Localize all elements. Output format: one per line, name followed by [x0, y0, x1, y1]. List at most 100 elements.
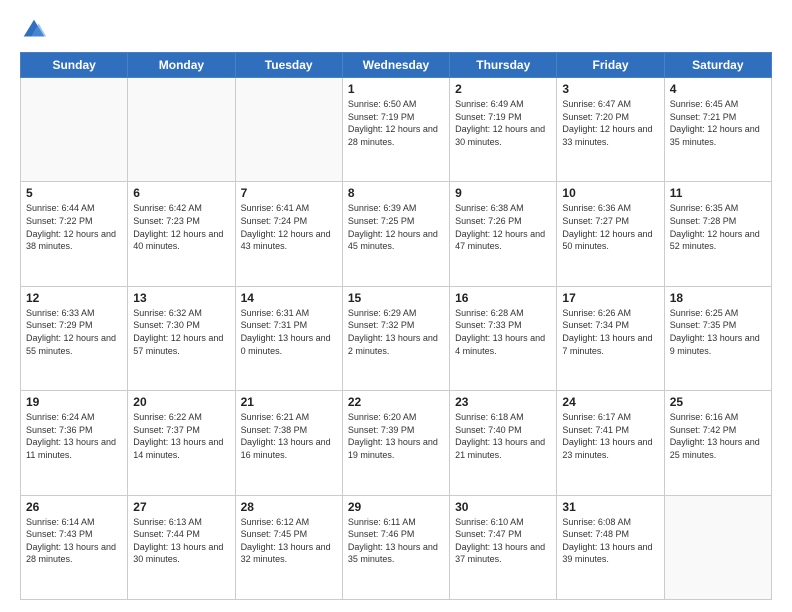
- weekday-header-friday: Friday: [557, 53, 664, 78]
- calendar-cell-5-2: 27 Sunrise: 6:13 AMSunset: 7:44 PMDayligh…: [128, 495, 235, 599]
- calendar-cell-5-3: 28 Sunrise: 6:12 AMSunset: 7:45 PMDayligh…: [235, 495, 342, 599]
- calendar-cell-3-5: 16 Sunrise: 6:28 AMSunset: 7:33 PMDayligh…: [450, 286, 557, 390]
- weekday-header-wednesday: Wednesday: [342, 53, 449, 78]
- day-number: 4: [670, 82, 766, 96]
- calendar-cell-1-4: 1 Sunrise: 6:50 AMSunset: 7:19 PMDaylight…: [342, 78, 449, 182]
- day-info: Sunrise: 6:13 AMSunset: 7:44 PMDaylight:…: [133, 516, 229, 566]
- day-info: Sunrise: 6:45 AMSunset: 7:21 PMDaylight:…: [670, 98, 766, 148]
- week-row-4: 19 Sunrise: 6:24 AMSunset: 7:36 PMDayligh…: [21, 391, 772, 495]
- day-info: Sunrise: 6:36 AMSunset: 7:27 PMDaylight:…: [562, 202, 658, 252]
- page: SundayMondayTuesdayWednesdayThursdayFrid…: [0, 0, 792, 612]
- calendar-cell-5-4: 29 Sunrise: 6:11 AMSunset: 7:46 PMDayligh…: [342, 495, 449, 599]
- day-info: Sunrise: 6:12 AMSunset: 7:45 PMDaylight:…: [241, 516, 337, 566]
- calendar-table: SundayMondayTuesdayWednesdayThursdayFrid…: [20, 52, 772, 600]
- day-info: Sunrise: 6:39 AMSunset: 7:25 PMDaylight:…: [348, 202, 444, 252]
- day-number: 11: [670, 186, 766, 200]
- calendar-cell-1-1: [21, 78, 128, 182]
- day-number: 9: [455, 186, 551, 200]
- day-info: Sunrise: 6:22 AMSunset: 7:37 PMDaylight:…: [133, 411, 229, 461]
- calendar-cell-3-6: 17 Sunrise: 6:26 AMSunset: 7:34 PMDayligh…: [557, 286, 664, 390]
- day-number: 22: [348, 395, 444, 409]
- day-info: Sunrise: 6:24 AMSunset: 7:36 PMDaylight:…: [26, 411, 122, 461]
- day-info: Sunrise: 6:10 AMSunset: 7:47 PMDaylight:…: [455, 516, 551, 566]
- calendar-cell-5-7: [664, 495, 771, 599]
- day-number: 18: [670, 291, 766, 305]
- calendar-cell-4-3: 21Sunrise: 6:21 AMSunset: 7:38 PMDayligh…: [235, 391, 342, 495]
- weekday-header-row: SundayMondayTuesdayWednesdayThursdayFrid…: [21, 53, 772, 78]
- day-info: Sunrise: 6:38 AMSunset: 7:26 PMDaylight:…: [455, 202, 551, 252]
- day-info: Sunrise: 6:49 AMSunset: 7:19 PMDaylight:…: [455, 98, 551, 148]
- weekday-header-sunday: Sunday: [21, 53, 128, 78]
- day-info: Sunrise: 6:11 AMSunset: 7:46 PMDaylight:…: [348, 516, 444, 566]
- calendar-cell-3-2: 13 Sunrise: 6:32 AMSunset: 7:30 PMDayligh…: [128, 286, 235, 390]
- week-row-2: 5Sunrise: 6:44 AMSunset: 7:22 PMDaylight…: [21, 182, 772, 286]
- calendar-cell-1-5: 2 Sunrise: 6:49 AMSunset: 7:19 PMDaylight…: [450, 78, 557, 182]
- day-info: Sunrise: 6:50 AMSunset: 7:19 PMDaylight:…: [348, 98, 444, 148]
- day-number: 1: [348, 82, 444, 96]
- day-info: Sunrise: 6:28 AMSunset: 7:33 PMDaylight:…: [455, 307, 551, 357]
- calendar-cell-2-6: 10 Sunrise: 6:36 AMSunset: 7:27 PMDayligh…: [557, 182, 664, 286]
- day-info: Sunrise: 6:26 AMSunset: 7:34 PMDaylight:…: [562, 307, 658, 357]
- calendar-cell-4-6: 24 Sunrise: 6:17 AMSunset: 7:41 PMDayligh…: [557, 391, 664, 495]
- day-info: Sunrise: 6:17 AMSunset: 7:41 PMDaylight:…: [562, 411, 658, 461]
- day-number: 17: [562, 291, 658, 305]
- day-number: 12: [26, 291, 122, 305]
- day-number: 29: [348, 500, 444, 514]
- day-number: 20: [133, 395, 229, 409]
- calendar-cell-3-7: 18 Sunrise: 6:25 AMSunset: 7:35 PMDayligh…: [664, 286, 771, 390]
- calendar-cell-2-3: 7Sunrise: 6:41 AMSunset: 7:24 PMDaylight…: [235, 182, 342, 286]
- weekday-header-saturday: Saturday: [664, 53, 771, 78]
- calendar-cell-2-7: 11 Sunrise: 6:35 AMSunset: 7:28 PMDayligh…: [664, 182, 771, 286]
- calendar-cell-2-5: 9 Sunrise: 6:38 AMSunset: 7:26 PMDaylight…: [450, 182, 557, 286]
- day-number: 13: [133, 291, 229, 305]
- calendar-cell-4-5: 23 Sunrise: 6:18 AMSunset: 7:40 PMDayligh…: [450, 391, 557, 495]
- day-number: 3: [562, 82, 658, 96]
- day-number: 2: [455, 82, 551, 96]
- day-info: Sunrise: 6:18 AMSunset: 7:40 PMDaylight:…: [455, 411, 551, 461]
- week-row-3: 12 Sunrise: 6:33 AMSunset: 7:29 PMDayligh…: [21, 286, 772, 390]
- day-info: Sunrise: 6:31 AMSunset: 7:31 PMDaylight:…: [241, 307, 337, 357]
- weekday-header-tuesday: Tuesday: [235, 53, 342, 78]
- calendar-cell-2-2: 6 Sunrise: 6:42 AMSunset: 7:23 PMDaylight…: [128, 182, 235, 286]
- day-number: 27: [133, 500, 229, 514]
- day-number: 28: [241, 500, 337, 514]
- day-info: Sunrise: 6:14 AMSunset: 7:43 PMDaylight:…: [26, 516, 122, 566]
- day-info: Sunrise: 6:08 AMSunset: 7:48 PMDaylight:…: [562, 516, 658, 566]
- day-info: Sunrise: 6:21 AMSunset: 7:38 PMDaylight:…: [241, 411, 337, 461]
- day-info: Sunrise: 6:20 AMSunset: 7:39 PMDaylight:…: [348, 411, 444, 461]
- day-info: Sunrise: 6:29 AMSunset: 7:32 PMDaylight:…: [348, 307, 444, 357]
- day-number: 25: [670, 395, 766, 409]
- day-info: Sunrise: 6:44 AMSunset: 7:22 PMDaylight:…: [26, 202, 122, 252]
- day-info: Sunrise: 6:25 AMSunset: 7:35 PMDaylight:…: [670, 307, 766, 357]
- calendar-cell-4-7: 25 Sunrise: 6:16 AMSunset: 7:42 PMDayligh…: [664, 391, 771, 495]
- day-number: 10: [562, 186, 658, 200]
- calendar-cell-2-4: 8Sunrise: 6:39 AMSunset: 7:25 PMDaylight…: [342, 182, 449, 286]
- day-number: 30: [455, 500, 551, 514]
- week-row-1: 1 Sunrise: 6:50 AMSunset: 7:19 PMDaylight…: [21, 78, 772, 182]
- calendar-cell-5-1: 26 Sunrise: 6:14 AMSunset: 7:43 PMDayligh…: [21, 495, 128, 599]
- day-info: Sunrise: 6:33 AMSunset: 7:29 PMDaylight:…: [26, 307, 122, 357]
- day-info: Sunrise: 6:32 AMSunset: 7:30 PMDaylight:…: [133, 307, 229, 357]
- day-number: 23: [455, 395, 551, 409]
- calendar-cell-2-1: 5Sunrise: 6:44 AMSunset: 7:22 PMDaylight…: [21, 182, 128, 286]
- day-number: 7: [241, 186, 337, 200]
- day-number: 19: [26, 395, 122, 409]
- calendar-cell-1-3: [235, 78, 342, 182]
- calendar-cell-3-3: 14Sunrise: 6:31 AMSunset: 7:31 PMDayligh…: [235, 286, 342, 390]
- day-info: Sunrise: 6:35 AMSunset: 7:28 PMDaylight:…: [670, 202, 766, 252]
- calendar-cell-3-1: 12 Sunrise: 6:33 AMSunset: 7:29 PMDayligh…: [21, 286, 128, 390]
- calendar-cell-3-4: 15Sunrise: 6:29 AMSunset: 7:32 PMDayligh…: [342, 286, 449, 390]
- day-number: 26: [26, 500, 122, 514]
- day-number: 24: [562, 395, 658, 409]
- week-row-5: 26 Sunrise: 6:14 AMSunset: 7:43 PMDayligh…: [21, 495, 772, 599]
- day-number: 16: [455, 291, 551, 305]
- logo: [20, 16, 52, 44]
- day-info: Sunrise: 6:47 AMSunset: 7:20 PMDaylight:…: [562, 98, 658, 148]
- calendar-cell-5-5: 30 Sunrise: 6:10 AMSunset: 7:47 PMDayligh…: [450, 495, 557, 599]
- calendar-cell-1-2: [128, 78, 235, 182]
- calendar-cell-1-6: 3 Sunrise: 6:47 AMSunset: 7:20 PMDaylight…: [557, 78, 664, 182]
- day-info: Sunrise: 6:42 AMSunset: 7:23 PMDaylight:…: [133, 202, 229, 252]
- day-number: 6: [133, 186, 229, 200]
- day-info: Sunrise: 6:16 AMSunset: 7:42 PMDaylight:…: [670, 411, 766, 461]
- calendar-cell-1-7: 4 Sunrise: 6:45 AMSunset: 7:21 PMDaylight…: [664, 78, 771, 182]
